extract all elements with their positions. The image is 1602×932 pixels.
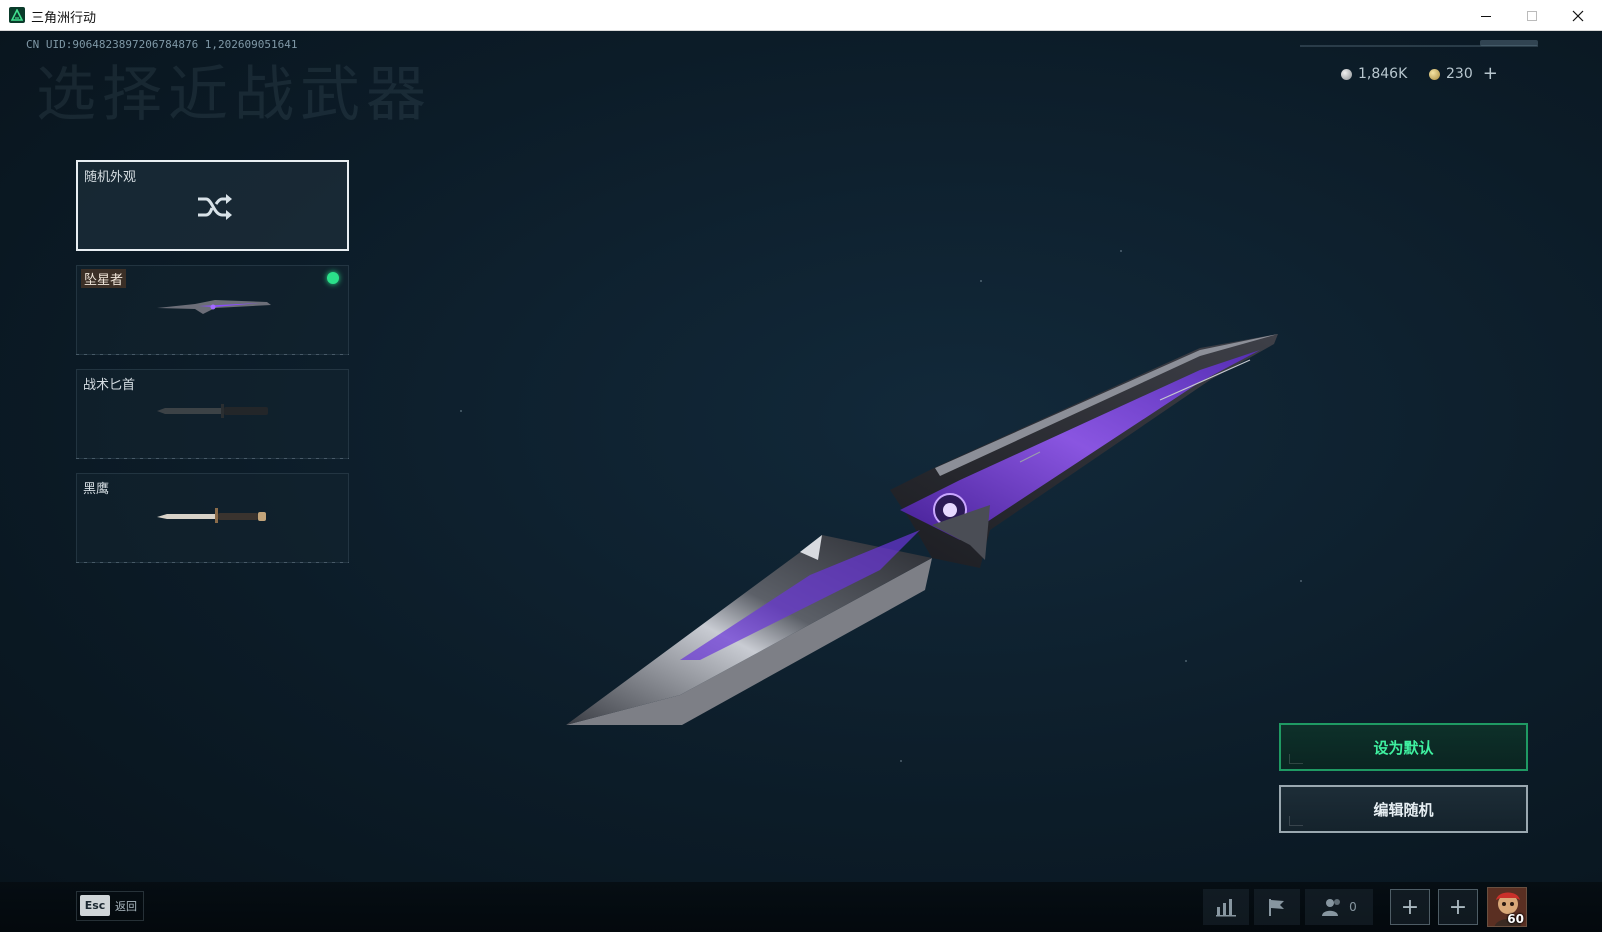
weapon-card-random[interactable]: 随机外观 (76, 160, 349, 251)
friends-icon (1322, 899, 1341, 916)
weapon-card-label: 随机外观 (84, 170, 137, 185)
starfall-knife-thumbnail (157, 300, 271, 314)
blackhawk-knife-thumbnail (157, 508, 266, 523)
title-bar: 三角洲行动 (0, 0, 1602, 31)
background-particle (900, 760, 902, 762)
close-icon[interactable] (1555, 0, 1601, 31)
background-particle (1120, 250, 1122, 252)
weapon-card-tactical-dagger[interactable]: 战术匕首 (76, 369, 349, 459)
plus-icon[interactable]: + (1483, 65, 1498, 83)
shuffle-icon (198, 194, 232, 220)
edit-random-button[interactable]: 编辑随机 (1279, 785, 1528, 833)
silver-currency: 1,846K (1341, 66, 1407, 82)
friends-button[interactable]: 0 (1305, 889, 1373, 925)
esc-key-icon: Esc (80, 895, 110, 916)
page-title: 选择近战武器 (36, 60, 432, 130)
weapon-card-label: 黑鹰 (83, 482, 110, 497)
button-corner-decoration (1289, 754, 1303, 764)
tactical-dagger-thumbnail (157, 404, 268, 418)
bar-chart-icon (1216, 899, 1236, 917)
silver-amount: 1,846K (1358, 66, 1408, 82)
set-default-button[interactable]: 设为默认 (1279, 723, 1528, 771)
friends-count: 0 (1349, 900, 1357, 914)
weapon-card-label: 战术匕首 (83, 378, 136, 393)
equipped-indicator-icon (327, 272, 339, 284)
top-decoration (1480, 40, 1538, 46)
avatar[interactable]: 60 (1487, 887, 1527, 927)
starfall-knife-preview (566, 334, 1278, 725)
back-label: 返回 (115, 900, 137, 913)
edit-random-label: 编辑随机 (1373, 800, 1434, 819)
stats-button[interactable] (1203, 889, 1249, 925)
invite-slot-2[interactable]: + (1438, 889, 1478, 925)
card-divider (76, 354, 349, 355)
card-divider (76, 458, 349, 459)
background-particle (460, 410, 462, 412)
maximize-icon[interactable] (1509, 0, 1555, 31)
button-corner-decoration (1289, 816, 1303, 826)
set-default-label: 设为默认 (1373, 738, 1434, 757)
weapon-card-label: 坠星者 (81, 269, 127, 288)
mission-button[interactable] (1254, 889, 1300, 925)
bottom-bar: Esc 返回 0 + + 60 (0, 882, 1602, 932)
gold-currency[interactable]: 230 + (1429, 65, 1498, 83)
gold-coin-icon (1429, 68, 1440, 80)
plus-icon: + (1448, 894, 1468, 920)
plus-icon: + (1400, 894, 1420, 920)
gold-amount: 230 (1446, 66, 1473, 82)
app-logo-icon (9, 7, 25, 23)
silver-coin-icon (1341, 68, 1352, 80)
window-title: 三角洲行动 (31, 11, 97, 26)
player-level: 60 (1507, 912, 1524, 926)
minimize-icon[interactable] (1463, 0, 1509, 31)
weapon-card-starfall[interactable]: 坠星者 (76, 265, 349, 355)
flag-icon (1269, 899, 1284, 916)
background-particle (980, 280, 982, 282)
invite-slot-1[interactable]: + (1390, 889, 1430, 925)
card-divider (76, 562, 349, 563)
game-window: 三角洲行动 CN UID:9064823897206784876 1,20260… (0, 0, 1602, 932)
weapon-card-blackhawk[interactable]: 黑鹰 (76, 473, 349, 563)
